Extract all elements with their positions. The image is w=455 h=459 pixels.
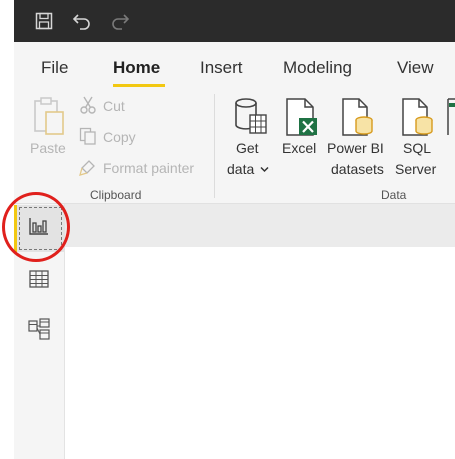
redo-icon[interactable] — [108, 9, 132, 33]
model-view-button[interactable] — [14, 311, 64, 351]
save-icon[interactable] — [32, 9, 56, 33]
chevron-down-icon[interactable] — [260, 165, 269, 176]
tab-file[interactable]: File — [41, 58, 68, 78]
cut-button[interactable]: Cut — [103, 98, 125, 114]
table-icon — [29, 269, 49, 293]
copy-button[interactable]: Copy — [103, 129, 136, 145]
sql-server-icon[interactable] — [401, 97, 435, 142]
tab-view[interactable]: View — [397, 58, 434, 78]
highlight-circle — [2, 192, 70, 262]
sql-server-button[interactable]: Server — [395, 161, 436, 177]
cut-icon[interactable] — [79, 96, 97, 119]
paste-button[interactable]: Paste — [30, 140, 66, 156]
active-tab-indicator — [113, 84, 165, 87]
sql-server-label-line1[interactable]: SQL — [403, 140, 431, 156]
excel-icon[interactable] — [285, 97, 319, 142]
title-bar — [14, 0, 455, 42]
format-painter-icon[interactable] — [79, 158, 97, 181]
get-data-label-line1[interactable]: Get — [236, 140, 259, 156]
report-canvas[interactable] — [65, 247, 455, 459]
excel-button[interactable]: Excel — [282, 140, 316, 156]
undo-icon[interactable] — [70, 9, 94, 33]
get-data-button[interactable]: data — [227, 161, 254, 177]
data-view-button[interactable] — [14, 261, 64, 301]
format-painter-button[interactable]: Format painter — [103, 160, 194, 176]
model-icon — [28, 317, 50, 345]
powerbi-datasets-label-line1[interactable]: Power BI — [327, 140, 384, 156]
powerbi-datasets-button[interactable]: datasets — [331, 161, 384, 177]
tab-insert[interactable]: Insert — [200, 58, 243, 78]
clipboard-group-label: Clipboard — [90, 188, 142, 202]
paste-icon[interactable] — [32, 96, 66, 141]
data-group-label: Data — [381, 188, 407, 202]
more-data-sources-icon[interactable] — [446, 97, 455, 142]
get-data-icon[interactable] — [234, 97, 268, 142]
tab-home[interactable]: Home — [113, 58, 160, 78]
canvas-header — [65, 204, 455, 247]
powerbi-datasets-icon[interactable] — [341, 97, 375, 142]
group-divider — [214, 94, 215, 198]
copy-icon[interactable] — [79, 127, 97, 150]
tab-modeling[interactable]: Modeling — [283, 58, 352, 78]
